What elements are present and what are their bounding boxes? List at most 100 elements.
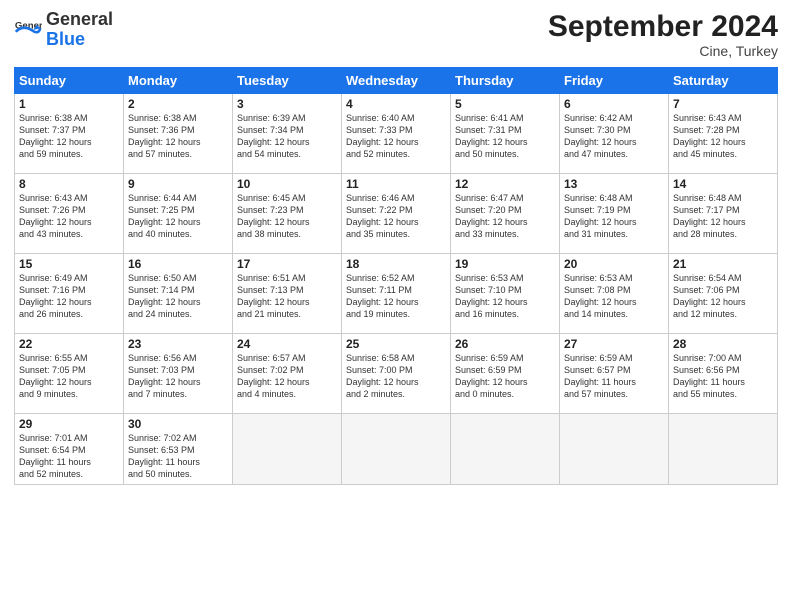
cell-sun-info: Sunrise: 7:00 AMSunset: 6:56 PMDaylight:… — [673, 352, 773, 401]
cell-sun-info: Sunrise: 6:53 AMSunset: 7:08 PMDaylight:… — [564, 272, 664, 321]
cell-sun-info: Sunrise: 6:54 AMSunset: 7:06 PMDaylight:… — [673, 272, 773, 321]
calendar-cell: 17Sunrise: 6:51 AMSunset: 7:13 PMDayligh… — [233, 254, 342, 334]
cell-sun-info: Sunrise: 6:57 AMSunset: 7:02 PMDaylight:… — [237, 352, 337, 401]
cell-sun-info: Sunrise: 6:48 AMSunset: 7:17 PMDaylight:… — [673, 192, 773, 241]
day-number: 13 — [564, 177, 664, 191]
calendar-row-1: 1Sunrise: 6:38 AMSunset: 7:37 PMDaylight… — [15, 94, 778, 174]
logo-blue: Blue — [46, 29, 85, 49]
day-number: 12 — [455, 177, 555, 191]
calendar-cell: 26Sunrise: 6:59 AMSunset: 6:59 PMDayligh… — [451, 334, 560, 414]
day-number: 2 — [128, 97, 228, 111]
cell-sun-info: Sunrise: 6:51 AMSunset: 7:13 PMDaylight:… — [237, 272, 337, 321]
calendar-cell: 19Sunrise: 6:53 AMSunset: 7:10 PMDayligh… — [451, 254, 560, 334]
calendar-cell: 25Sunrise: 6:58 AMSunset: 7:00 PMDayligh… — [342, 334, 451, 414]
calendar-cell: 6Sunrise: 6:42 AMSunset: 7:30 PMDaylight… — [560, 94, 669, 174]
day-number: 22 — [19, 337, 119, 351]
calendar-table: SundayMondayTuesdayWednesdayThursdayFrid… — [14, 67, 778, 485]
month-title: September 2024 — [548, 10, 778, 43]
calendar-cell: 22Sunrise: 6:55 AMSunset: 7:05 PMDayligh… — [15, 334, 124, 414]
cell-sun-info: Sunrise: 6:43 AMSunset: 7:26 PMDaylight:… — [19, 192, 119, 241]
cell-sun-info: Sunrise: 6:42 AMSunset: 7:30 PMDaylight:… — [564, 112, 664, 161]
day-number: 18 — [346, 257, 446, 271]
cell-sun-info: Sunrise: 6:41 AMSunset: 7:31 PMDaylight:… — [455, 112, 555, 161]
cell-sun-info: Sunrise: 6:56 AMSunset: 7:03 PMDaylight:… — [128, 352, 228, 401]
day-number: 24 — [237, 337, 337, 351]
day-number: 17 — [237, 257, 337, 271]
main-container: General General Blue September 2024 Cine… — [0, 0, 792, 495]
calendar-cell: 3Sunrise: 6:39 AMSunset: 7:34 PMDaylight… — [233, 94, 342, 174]
calendar-row-2: 8Sunrise: 6:43 AMSunset: 7:26 PMDaylight… — [15, 174, 778, 254]
calendar-cell: 4Sunrise: 6:40 AMSunset: 7:33 PMDaylight… — [342, 94, 451, 174]
cell-sun-info: Sunrise: 6:59 AMSunset: 6:59 PMDaylight:… — [455, 352, 555, 401]
day-number: 30 — [128, 417, 228, 431]
day-number: 3 — [237, 97, 337, 111]
calendar-row-4: 22Sunrise: 6:55 AMSunset: 7:05 PMDayligh… — [15, 334, 778, 414]
day-number: 23 — [128, 337, 228, 351]
cell-sun-info: Sunrise: 6:39 AMSunset: 7:34 PMDaylight:… — [237, 112, 337, 161]
day-number: 7 — [673, 97, 773, 111]
calendar-cell: 2Sunrise: 6:38 AMSunset: 7:36 PMDaylight… — [124, 94, 233, 174]
cell-sun-info: Sunrise: 7:01 AMSunset: 6:54 PMDaylight:… — [19, 432, 119, 481]
col-header-monday: Monday — [124, 68, 233, 94]
logo-text: General Blue — [46, 10, 113, 50]
calendar-cell: 1Sunrise: 6:38 AMSunset: 7:37 PMDaylight… — [15, 94, 124, 174]
calendar-cell: 21Sunrise: 6:54 AMSunset: 7:06 PMDayligh… — [669, 254, 778, 334]
cell-sun-info: Sunrise: 6:40 AMSunset: 7:33 PMDaylight:… — [346, 112, 446, 161]
calendar-cell: 20Sunrise: 6:53 AMSunset: 7:08 PMDayligh… — [560, 254, 669, 334]
title-block: September 2024 Cine, Turkey — [548, 10, 778, 59]
calendar-row-5: 29Sunrise: 7:01 AMSunset: 6:54 PMDayligh… — [15, 414, 778, 485]
col-header-friday: Friday — [560, 68, 669, 94]
cell-sun-info: Sunrise: 7:02 AMSunset: 6:53 PMDaylight:… — [128, 432, 228, 481]
calendar-cell: 27Sunrise: 6:59 AMSunset: 6:57 PMDayligh… — [560, 334, 669, 414]
calendar-cell: 16Sunrise: 6:50 AMSunset: 7:14 PMDayligh… — [124, 254, 233, 334]
header: General General Blue September 2024 Cine… — [14, 10, 778, 59]
col-header-sunday: Sunday — [15, 68, 124, 94]
day-number: 4 — [346, 97, 446, 111]
day-number: 21 — [673, 257, 773, 271]
day-number: 19 — [455, 257, 555, 271]
cell-sun-info: Sunrise: 6:46 AMSunset: 7:22 PMDaylight:… — [346, 192, 446, 241]
cell-sun-info: Sunrise: 6:50 AMSunset: 7:14 PMDaylight:… — [128, 272, 228, 321]
cell-sun-info: Sunrise: 6:43 AMSunset: 7:28 PMDaylight:… — [673, 112, 773, 161]
calendar-cell — [560, 414, 669, 485]
cell-sun-info: Sunrise: 6:55 AMSunset: 7:05 PMDaylight:… — [19, 352, 119, 401]
day-number: 20 — [564, 257, 664, 271]
cell-sun-info: Sunrise: 6:49 AMSunset: 7:16 PMDaylight:… — [19, 272, 119, 321]
calendar-cell: 23Sunrise: 6:56 AMSunset: 7:03 PMDayligh… — [124, 334, 233, 414]
calendar-cell: 11Sunrise: 6:46 AMSunset: 7:22 PMDayligh… — [342, 174, 451, 254]
calendar-cell: 9Sunrise: 6:44 AMSunset: 7:25 PMDaylight… — [124, 174, 233, 254]
day-number: 25 — [346, 337, 446, 351]
day-number: 6 — [564, 97, 664, 111]
cell-sun-info: Sunrise: 6:44 AMSunset: 7:25 PMDaylight:… — [128, 192, 228, 241]
cell-sun-info: Sunrise: 6:45 AMSunset: 7:23 PMDaylight:… — [237, 192, 337, 241]
day-number: 28 — [673, 337, 773, 351]
logo-general: General — [46, 9, 113, 29]
col-header-tuesday: Tuesday — [233, 68, 342, 94]
calendar-cell: 10Sunrise: 6:45 AMSunset: 7:23 PMDayligh… — [233, 174, 342, 254]
day-number: 9 — [128, 177, 228, 191]
calendar-cell — [342, 414, 451, 485]
logo-icon: General — [14, 16, 42, 44]
calendar-cell: 15Sunrise: 6:49 AMSunset: 7:16 PMDayligh… — [15, 254, 124, 334]
cell-sun-info: Sunrise: 6:52 AMSunset: 7:11 PMDaylight:… — [346, 272, 446, 321]
calendar-cell: 14Sunrise: 6:48 AMSunset: 7:17 PMDayligh… — [669, 174, 778, 254]
calendar-cell: 29Sunrise: 7:01 AMSunset: 6:54 PMDayligh… — [15, 414, 124, 485]
cell-sun-info: Sunrise: 6:47 AMSunset: 7:20 PMDaylight:… — [455, 192, 555, 241]
calendar-cell — [669, 414, 778, 485]
cell-sun-info: Sunrise: 6:59 AMSunset: 6:57 PMDaylight:… — [564, 352, 664, 401]
calendar-cell — [451, 414, 560, 485]
cell-sun-info: Sunrise: 6:38 AMSunset: 7:36 PMDaylight:… — [128, 112, 228, 161]
calendar-cell: 24Sunrise: 6:57 AMSunset: 7:02 PMDayligh… — [233, 334, 342, 414]
logo: General General Blue — [14, 10, 113, 50]
day-number: 14 — [673, 177, 773, 191]
day-number: 27 — [564, 337, 664, 351]
cell-sun-info: Sunrise: 6:48 AMSunset: 7:19 PMDaylight:… — [564, 192, 664, 241]
col-header-saturday: Saturday — [669, 68, 778, 94]
calendar-cell: 30Sunrise: 7:02 AMSunset: 6:53 PMDayligh… — [124, 414, 233, 485]
day-number: 16 — [128, 257, 228, 271]
cell-sun-info: Sunrise: 6:38 AMSunset: 7:37 PMDaylight:… — [19, 112, 119, 161]
day-number: 1 — [19, 97, 119, 111]
calendar-header-row: SundayMondayTuesdayWednesdayThursdayFrid… — [15, 68, 778, 94]
col-header-thursday: Thursday — [451, 68, 560, 94]
calendar-cell: 7Sunrise: 6:43 AMSunset: 7:28 PMDaylight… — [669, 94, 778, 174]
